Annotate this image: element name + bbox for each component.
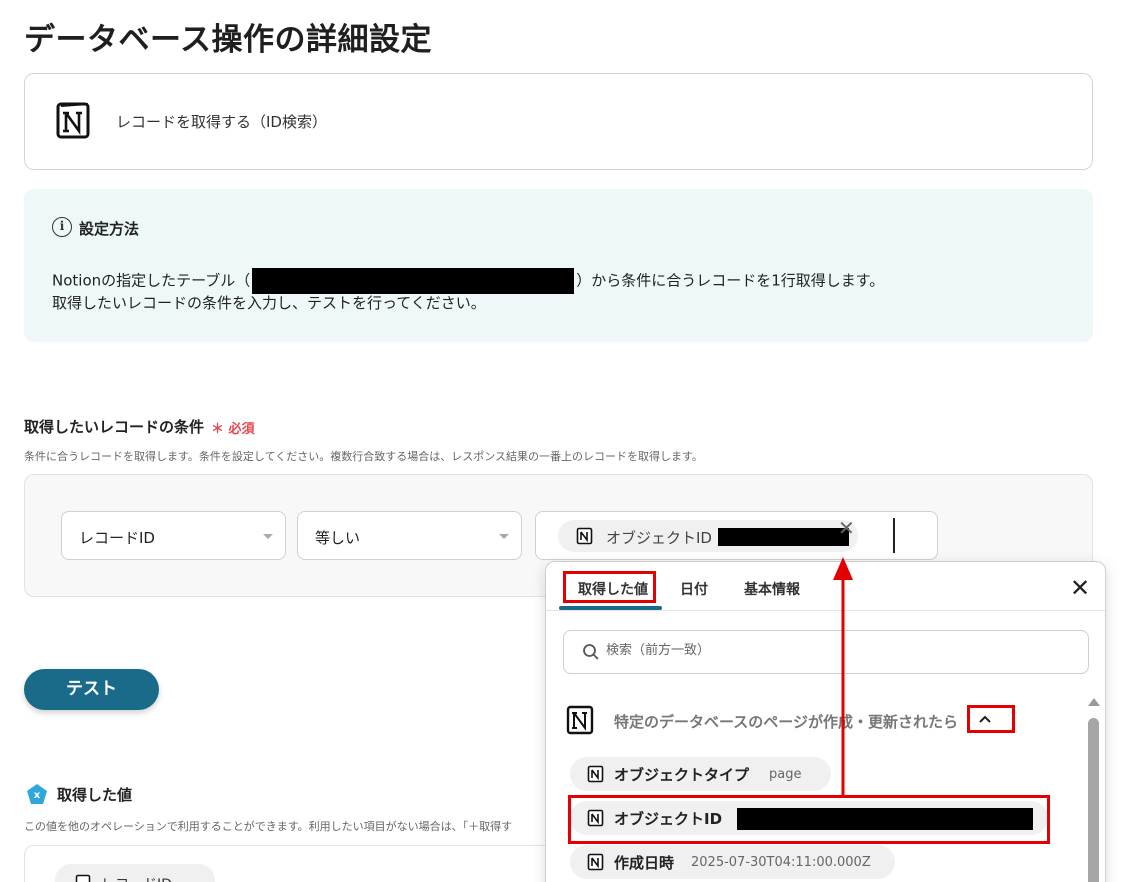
notion-logo-icon <box>75 874 91 882</box>
yoom-variable-icon: x <box>27 784 47 804</box>
svg-text:x: x <box>34 790 41 801</box>
highlight-object-id-box <box>568 795 1050 844</box>
info-line-1-prefix: Notionの指定したテーブル（ <box>52 271 251 290</box>
scrollbar-thumb[interactable] <box>1088 718 1099 882</box>
variable-chip-created-time[interactable]: 作成日時 2025-07-30T04:11:00.000Z <box>570 845 895 879</box>
value-chip[interactable]: オブジェクトID <box>558 520 858 552</box>
info-line-2: 取得したいレコードの条件を入力し、テストを行ってください。 <box>52 294 486 312</box>
variable-label: オブジェクトタイプ <box>614 766 750 784</box>
operator-select[interactable]: 等しい <box>297 511 522 560</box>
redacted-value <box>718 528 849 546</box>
info-line-1-suffix: ）から条件に合うレコードを1行取得します。 <box>576 271 885 290</box>
value-chip-label: オブジェクトID <box>606 529 712 547</box>
highlight-tab-box <box>563 571 656 603</box>
test-button[interactable]: テスト <box>24 669 159 710</box>
search-icon <box>583 644 599 660</box>
condition-description: 条件に合うレコードを取得します。条件を設定してください。複数行合致する場合は、レ… <box>24 450 703 463</box>
notion-logo-icon <box>587 853 604 871</box>
variable-chip-object-type[interactable]: オブジェクトタイプ page <box>570 757 831 791</box>
page-title: データベース操作の詳細設定 <box>24 22 432 58</box>
variable-label: 作成日時 <box>614 854 675 872</box>
info-icon: i <box>52 217 72 237</box>
required-badge: ＊ 必須 <box>211 422 255 437</box>
scroll-up-arrow[interactable] <box>1088 698 1100 706</box>
chevron-down-icon <box>263 534 273 539</box>
field-select[interactable]: レコードID <box>61 511 286 560</box>
chevron-down-icon <box>499 534 509 539</box>
notion-logo-icon <box>566 705 594 735</box>
search-box <box>563 630 1089 674</box>
obtained-chip[interactable]: レコードID <box>55 864 215 882</box>
close-icon[interactable]: ✕ <box>1070 575 1090 601</box>
close-icon[interactable]: ✕ <box>838 518 855 538</box>
obtained-chip-label: レコードID <box>101 874 172 882</box>
value-input[interactable]: オブジェクトID ✕ <box>535 511 938 560</box>
tab-divider <box>546 610 1105 611</box>
field-select-value: レコードID <box>79 529 155 547</box>
search-input[interactable] <box>606 643 1006 658</box>
obtained-values-label: 取得した値 <box>57 786 133 804</box>
obtained-values-description: この値を他のオペレーションで利用することができます。利用したい項目がない場合は、… <box>24 820 513 833</box>
app-action-card[interactable]: レコードを取得する（ID検索） <box>24 73 1093 170</box>
variable-value: page <box>769 767 802 782</box>
operator-select-value: 等しい <box>315 529 361 547</box>
info-line-1: Notionの指定したテーブル（ ）から条件に合うレコードを1行取得します。 <box>52 268 884 294</box>
info-title: 設定方法 <box>79 220 140 238</box>
notion-logo-icon <box>576 527 593 545</box>
redacted-table-name <box>252 268 575 294</box>
notion-logo-icon <box>56 102 90 139</box>
variable-value: 2025-07-30T04:11:00.000Z <box>691 855 871 870</box>
action-label: レコードを取得する（ID検索） <box>116 113 327 131</box>
text-cursor <box>893 518 895 553</box>
tab-basic-info[interactable]: 基本情報 <box>744 579 800 599</box>
highlight-collapse-box <box>967 705 1015 733</box>
tab-date[interactable]: 日付 <box>680 579 708 599</box>
notion-logo-icon <box>587 765 604 783</box>
obtained-values-card: レコードID <box>24 845 564 882</box>
section-trigger-label: 特定のデータベースのページが作成・更新されたら <box>614 713 958 731</box>
info-box: i 設定方法 Notionの指定したテーブル（ ）から条件に合うレコードを1行取得… <box>24 189 1093 342</box>
condition-label: 取得したいレコードの条件 <box>24 418 205 436</box>
